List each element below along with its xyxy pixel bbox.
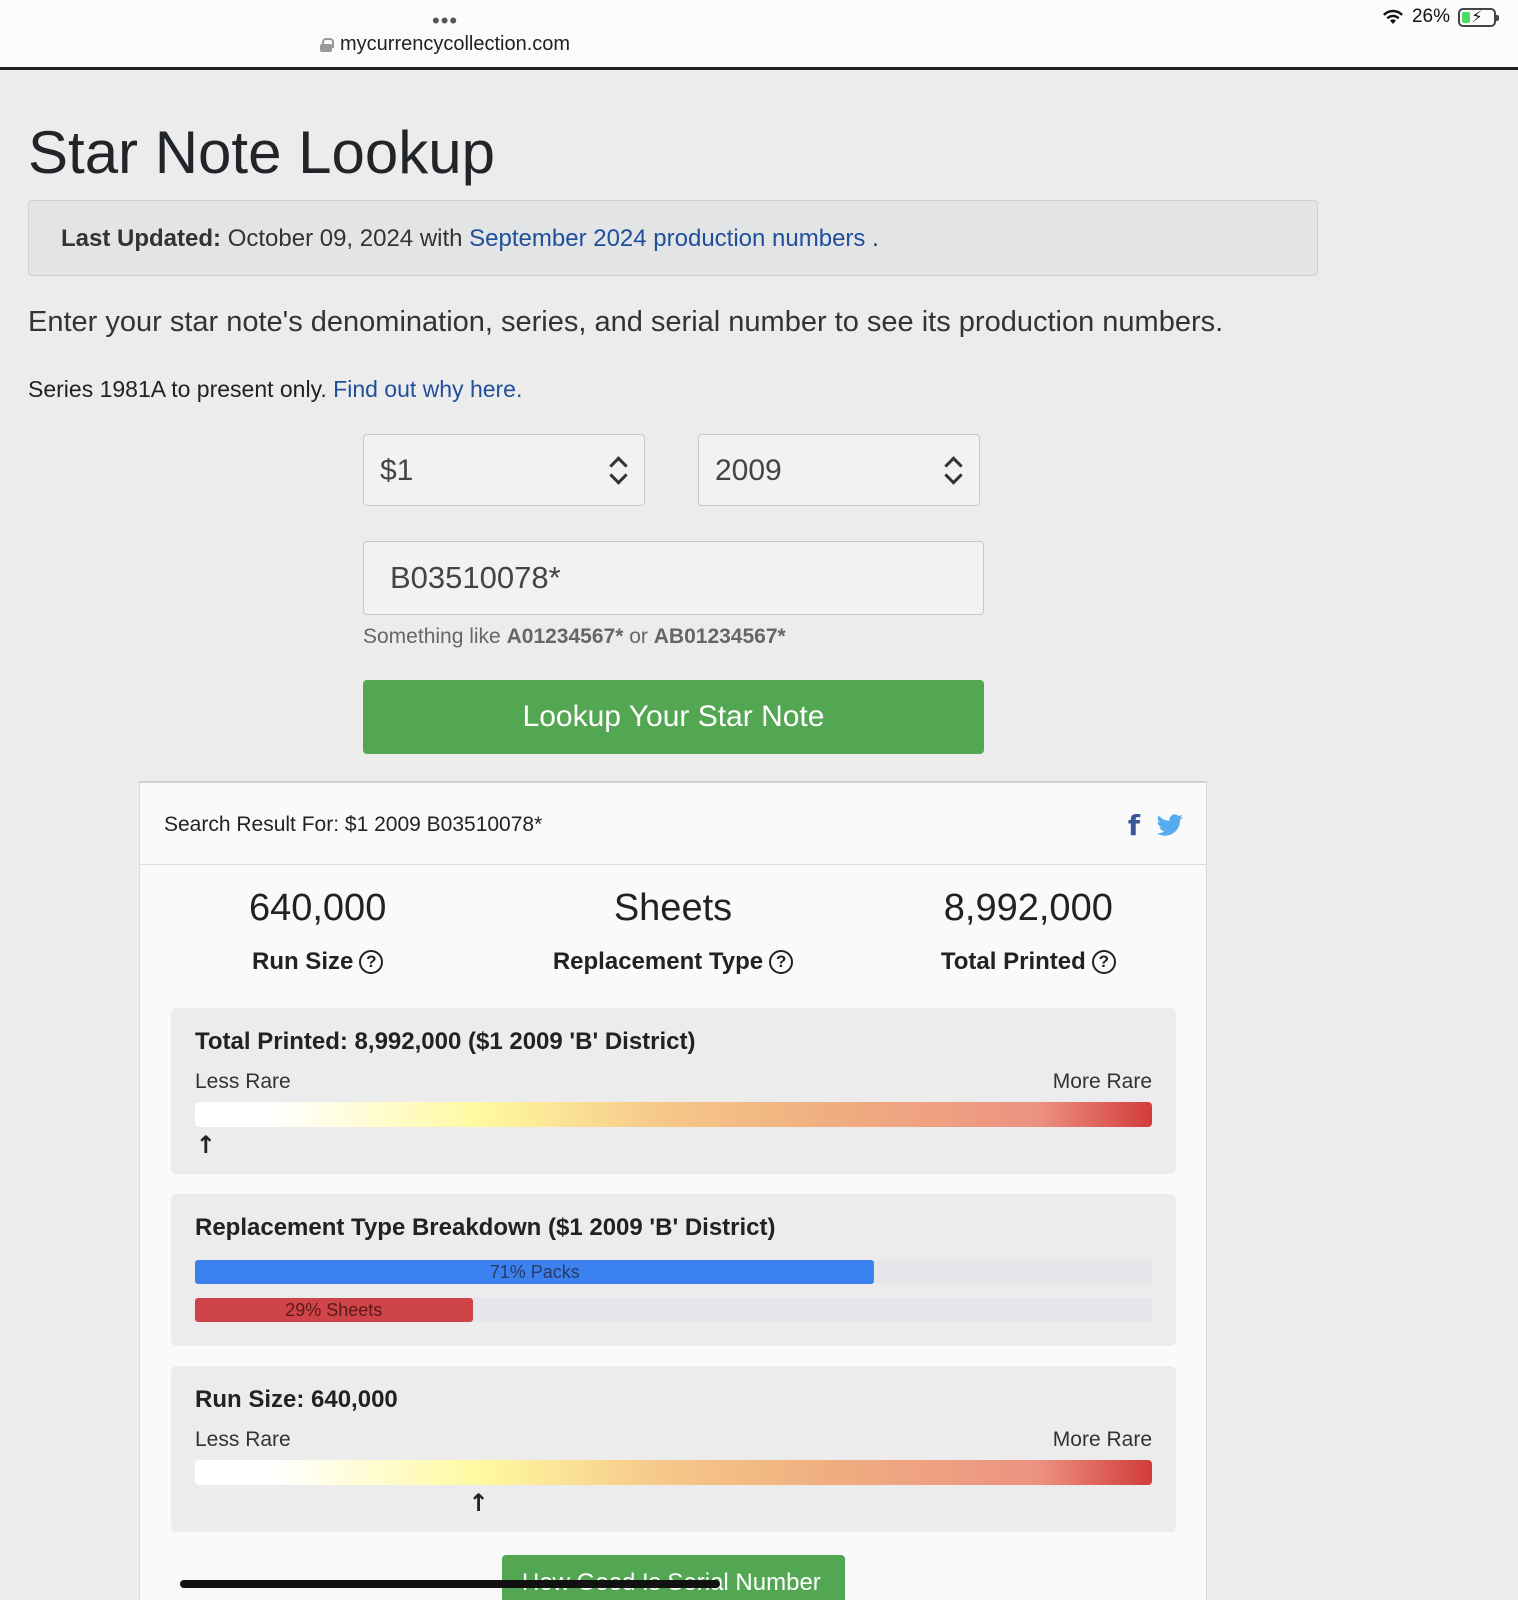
serial-hint: Something like A01234567* or AB01234567* <box>363 625 786 649</box>
intro-text: Enter your star note's denomination, ser… <box>28 306 1224 338</box>
stat-label: Replacement Type ? <box>495 948 850 976</box>
stat-value: 640,000 <box>248 887 387 929</box>
how-good-serial-button[interactable]: How Good Is Serial Number <box>502 1555 845 1600</box>
result-title: Search Result For: $1 2009 B03510078* <box>164 813 543 836</box>
last-updated-banner: Last Updated: October 09, 2024 with Sept… <box>28 200 1318 276</box>
result-header: Search Result For: $1 2009 B03510078* f <box>140 783 1206 865</box>
denomination-value: $1 <box>380 454 414 487</box>
battery-icon: ⚡ <box>1458 7 1499 27</box>
stat-label: Total Printed ? <box>851 948 1206 976</box>
help-icon[interactable]: ? <box>359 950 384 974</box>
last-updated-date: October 09, 2024 with <box>227 225 463 252</box>
wifi-icon <box>1382 9 1403 24</box>
rarity-scale-labels: Less Rare More Rare <box>195 1070 1152 1094</box>
stat-label: Run Size ? <box>140 948 495 976</box>
stat-value: 8,992,000 <box>943 887 1113 929</box>
run-size-panel: Run Size: 640,000 Less Rare More Rare ↑ <box>171 1366 1176 1532</box>
battery-percent: 26% <box>1411 6 1450 27</box>
more-dots-icon[interactable]: ••• <box>432 8 458 34</box>
marker-row: ↑ <box>195 1485 1152 1519</box>
help-icon[interactable]: ? <box>769 950 794 974</box>
last-updated-trail: . <box>872 225 879 252</box>
stat-label-text: Run Size <box>251 948 354 975</box>
rarity-gradient-bar <box>195 1460 1152 1485</box>
facebook-icon[interactable]: f <box>1128 809 1140 842</box>
packs-bar: 71% Packs <box>195 1260 875 1284</box>
url-text: mycurrencycollection.com <box>340 33 571 55</box>
chevron-updown-icon <box>608 457 628 485</box>
chevron-updown-icon <box>943 457 963 485</box>
sheets-bar: 29% Sheets <box>195 1298 473 1322</box>
stat-replacement-type: Sheets Replacement Type ? <box>495 865 850 1005</box>
hint-example-1: A01234567* <box>506 625 624 648</box>
browser-bar: ••• mycurrencycollection.com 26% ⚡ <box>0 0 1518 70</box>
address-bar[interactable]: mycurrencycollection.com <box>320 33 570 56</box>
series-note-text: Series 1981A to present only. <box>28 376 327 402</box>
less-rare-label: Less Rare <box>195 1070 291 1093</box>
production-numbers-link[interactable]: September 2024 production numbers <box>469 225 865 252</box>
page-title: Star Note Lookup <box>28 119 495 186</box>
denomination-select[interactable]: $1 <box>363 434 645 506</box>
packs-bar-track: 71% Packs <box>195 1260 1152 1284</box>
hint-prefix: Something like <box>363 625 501 648</box>
panel-title: Run Size: 640,000 <box>195 1386 398 1413</box>
rarity-scale-labels: Less Rare More Rare <box>195 1428 1152 1452</box>
hint-example-2: AB01234567* <box>653 625 786 648</box>
more-rare-label: More Rare <box>1052 1428 1152 1451</box>
panel-title: Replacement Type Breakdown ($1 2009 'B' … <box>195 1214 776 1241</box>
series-note: Series 1981A to present only. Find out w… <box>28 376 522 403</box>
lock-icon <box>320 37 334 52</box>
total-printed-panel: Total Printed: 8,992,000 ($1 2009 'B' Di… <box>171 1008 1176 1174</box>
share-icons: f <box>1128 809 1184 842</box>
help-icon[interactable]: ? <box>1091 950 1116 974</box>
arrow-up-icon: ↑ <box>195 1131 216 1159</box>
stat-label-text: Total Printed <box>940 948 1086 975</box>
replacement-breakdown-panel: Replacement Type Breakdown ($1 2009 'B' … <box>171 1194 1176 1346</box>
rarity-gradient-bar <box>195 1102 1152 1127</box>
status-bar: 26% ⚡ <box>1382 6 1499 28</box>
home-indicator <box>180 1580 720 1588</box>
series-select[interactable]: 2009 <box>698 434 980 506</box>
arrow-up-icon: ↑ <box>468 1489 489 1517</box>
stat-label-text: Replacement Type <box>552 948 764 975</box>
last-updated-label: Last Updated: <box>61 225 222 252</box>
lookup-button[interactable]: Lookup Your Star Note <box>363 680 984 754</box>
stats-row: 640,000 Run Size ? Sheets Replacement Ty… <box>140 865 1206 1005</box>
stat-total-printed: 8,992,000 Total Printed ? <box>851 865 1206 1005</box>
more-rare-label: More Rare <box>1052 1070 1152 1093</box>
search-result-card: Search Result For: $1 2009 B03510078* f … <box>139 781 1207 1600</box>
twitter-icon[interactable] <box>1156 813 1184 838</box>
stat-run-size: 640,000 Run Size ? <box>140 865 495 1005</box>
serial-number-input[interactable]: B03510078* <box>363 541 984 615</box>
find-out-why-link[interactable]: Find out why here. <box>333 376 522 402</box>
sheets-bar-track: 29% Sheets <box>195 1298 1152 1322</box>
marker-row: ↑ <box>195 1127 1152 1161</box>
hint-or: or <box>629 625 648 648</box>
less-rare-label: Less Rare <box>195 1428 291 1451</box>
panel-title: Total Printed: 8,992,000 ($1 2009 'B' Di… <box>195 1028 696 1055</box>
stat-value: Sheets <box>613 887 733 929</box>
series-value: 2009 <box>715 454 782 487</box>
